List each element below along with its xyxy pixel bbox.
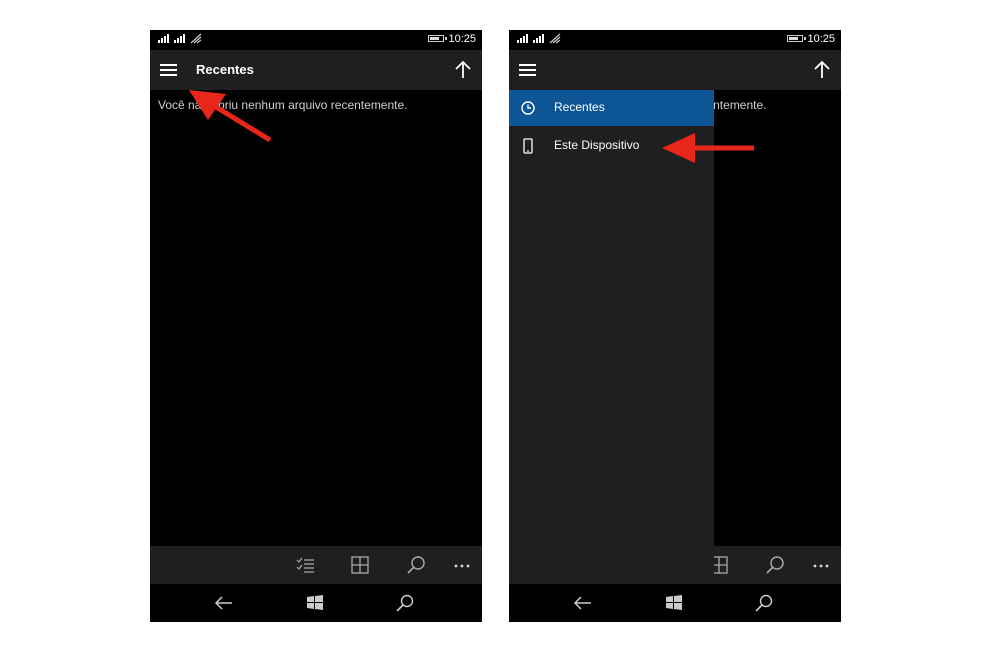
search-icon[interactable] (394, 592, 416, 614)
back-icon[interactable] (572, 592, 594, 614)
phone-screen-right: 10:25 Você não abriu nenhum arquivo rece… (509, 30, 841, 622)
command-bar (150, 546, 482, 584)
annotation-arrow (189, 90, 272, 143)
battery-icon (787, 35, 803, 42)
up-arrow-icon[interactable] (811, 58, 833, 82)
windows-icon[interactable] (304, 592, 326, 614)
up-arrow-icon[interactable] (452, 58, 474, 82)
windows-icon[interactable] (663, 592, 685, 614)
grid-icon[interactable] (348, 553, 372, 577)
more-icon[interactable] (450, 553, 474, 577)
signal-icons (158, 33, 204, 44)
clock: 10:25 (448, 33, 476, 45)
status-bar: 10:25 (150, 30, 482, 48)
checklist-icon[interactable] (294, 553, 318, 577)
nav-bar (150, 584, 482, 622)
phone-icon (523, 138, 533, 154)
drawer-item-label: Recentes (554, 100, 605, 114)
hamburger-icon[interactable] (160, 60, 178, 80)
clock-icon (521, 101, 535, 115)
drawer-item-label: Este Dispositivo (554, 138, 640, 152)
more-icon[interactable] (809, 553, 833, 577)
status-bar: 10:25 (509, 30, 841, 48)
back-icon[interactable] (213, 592, 235, 614)
search-icon[interactable] (404, 553, 428, 577)
battery-icon (428, 35, 444, 42)
signal-icons (517, 33, 563, 44)
annotation-arrow (662, 133, 754, 163)
phone-screen-left: 10:25 Recentes Você não abriu nenhum arq… (150, 30, 482, 622)
hamburger-icon[interactable] (519, 60, 537, 80)
search-icon[interactable] (763, 553, 787, 577)
page-title: Recentes (196, 62, 254, 77)
clock: 10:25 (807, 33, 835, 45)
nav-bar (509, 584, 841, 622)
search-icon[interactable] (753, 592, 775, 614)
drawer-item-recentes[interactable]: Recentes (509, 90, 714, 126)
